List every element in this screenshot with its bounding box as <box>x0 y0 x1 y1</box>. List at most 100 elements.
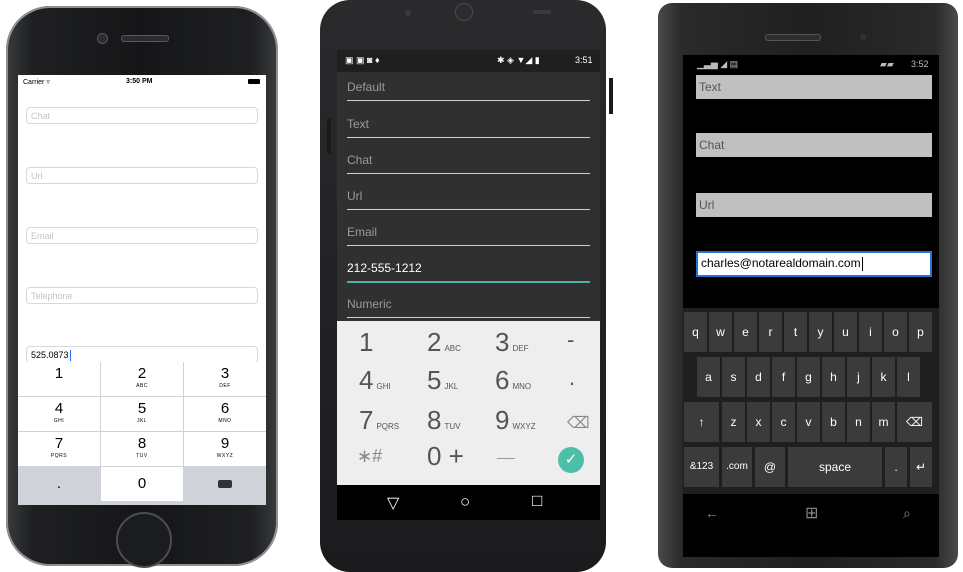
windows-start-icon[interactable]: ⊞ <box>805 503 818 523</box>
key-j[interactable]: j <box>847 357 870 397</box>
key-s[interactable]: s <box>722 357 745 397</box>
key-6[interactable]: 6 MNO <box>184 397 266 431</box>
dotcom-key[interactable]: .com <box>722 447 752 487</box>
key-u[interactable]: u <box>834 312 857 352</box>
key-r[interactable]: r <box>759 312 782 352</box>
delete-key[interactable] <box>184 467 266 501</box>
key-g[interactable]: g <box>797 357 820 397</box>
key-8[interactable]: 8 TUV <box>101 432 183 466</box>
navigation-bar: ← ⊞ ⌕ <box>683 495 939 535</box>
search-icon[interactable]: ⌕ <box>903 505 911 522</box>
key-z[interactable]: z <box>722 402 745 442</box>
email-field[interactable]: Email <box>26 227 258 244</box>
key-k[interactable]: k <box>872 357 895 397</box>
url-field[interactable]: Url <box>26 167 258 184</box>
navigation-bar: ▽ ○ □ <box>337 485 600 520</box>
key-space[interactable]: __ <box>497 443 515 461</box>
backspace-key[interactable]: ⌫ <box>897 402 932 442</box>
ios-screen: Carrier ▿ 3:50 PM Chat Url Email Telepho… <box>18 75 266 505</box>
key-c[interactable]: c <box>772 402 795 442</box>
key-period[interactable]: . <box>569 365 575 391</box>
text-caret <box>861 256 863 271</box>
key-0-plus[interactable]: 0 + <box>427 441 464 472</box>
key-star-hash[interactable]: ∗# <box>357 446 382 467</box>
text-caret <box>69 350 71 362</box>
key-5[interactable]: 5 JKL <box>101 397 183 431</box>
back-icon[interactable]: ▽ <box>387 493 399 513</box>
space-key[interactable]: space <box>788 447 882 487</box>
key-2[interactable]: 2 ABC <box>101 362 183 396</box>
key-w[interactable]: w <box>709 312 732 352</box>
key-t[interactable]: t <box>784 312 807 352</box>
key-9[interactable]: 9 WXYZ <box>495 405 536 436</box>
recent-apps-icon[interactable]: □ <box>532 491 542 511</box>
status-time: 3:51 <box>575 55 593 65</box>
at-key[interactable]: @ <box>755 447 785 487</box>
key-1[interactable]: 1 <box>359 327 373 358</box>
key-q[interactable]: q <box>684 312 707 352</box>
key-4[interactable]: 4 GHI <box>359 365 391 396</box>
key-b[interactable]: b <box>822 402 845 442</box>
home-icon[interactable]: ○ <box>460 492 470 512</box>
signal-icons: ✱ ◈ ▼◢ ▮ <box>497 55 540 65</box>
key-6[interactable]: 6 MNO <box>495 365 531 396</box>
telephone-field[interactable]: Telephone <box>26 287 258 304</box>
email-entry[interactable]: Email <box>347 215 590 246</box>
chat-field[interactable]: Chat <box>26 107 258 124</box>
key-o[interactable]: o <box>884 312 907 352</box>
status-bar: Carrier ▿ 3:50 PM <box>18 75 266 88</box>
key-decimal[interactable]: . <box>18 467 100 501</box>
shift-key[interactable]: ↑ <box>684 402 719 442</box>
back-icon[interactable]: ← <box>705 505 719 521</box>
key-2[interactable]: 2 ABC <box>427 327 461 358</box>
done-key[interactable]: ✓ <box>558 447 584 473</box>
key-8[interactable]: 8 TUV <box>427 405 460 436</box>
key-h[interactable]: h <box>822 357 845 397</box>
url-entry[interactable]: Url <box>347 179 590 210</box>
key-7[interactable]: 7 PQRS <box>359 405 399 436</box>
email-entry[interactable]: charles@notarealdomain.com <box>696 251 932 277</box>
key-minus[interactable]: - <box>567 327 574 353</box>
key-f[interactable]: f <box>772 357 795 397</box>
key-x[interactable]: x <box>747 402 770 442</box>
volume-button <box>327 118 331 154</box>
numbers-key[interactable]: &123 <box>684 447 719 487</box>
key-m[interactable]: m <box>872 402 895 442</box>
battery-icon: ▰▰ <box>880 59 894 69</box>
key-p[interactable]: p <box>909 312 932 352</box>
key-n[interactable]: n <box>847 402 870 442</box>
key-d[interactable]: d <box>747 357 770 397</box>
key-a[interactable]: a <box>697 357 720 397</box>
key-4[interactable]: 4 GHI <box>18 397 100 431</box>
key-l[interactable]: l <box>897 357 920 397</box>
default-entry[interactable]: Default <box>347 70 590 101</box>
period-key[interactable]: . <box>885 447 907 487</box>
key-y[interactable]: y <box>809 312 832 352</box>
numeric-field[interactable]: 525.0873 <box>26 346 258 363</box>
speaker-grille <box>121 35 169 42</box>
key-v[interactable]: v <box>797 402 820 442</box>
text-entry[interactable]: Text <box>696 75 932 99</box>
telephone-entry[interactable]: 212-555-1212 <box>347 251 590 283</box>
key-3[interactable]: 3 DEF <box>184 362 266 396</box>
enter-key[interactable]: ↵ <box>910 447 932 487</box>
key-i[interactable]: i <box>859 312 882 352</box>
chat-entry[interactable]: Chat <box>347 143 590 174</box>
url-entry[interactable]: Url <box>696 193 932 217</box>
key-1[interactable]: 1 <box>18 362 100 396</box>
numeric-entry[interactable]: Numeric <box>347 287 590 318</box>
home-button[interactable] <box>116 512 172 568</box>
chat-entry[interactable]: Chat <box>696 133 932 157</box>
key-3[interactable]: 3 DEF <box>495 327 528 358</box>
key-0[interactable]: 0 <box>101 467 183 501</box>
backspace-key[interactable]: ⌫ <box>567 413 590 433</box>
signal-icons: ▁▃▅ ◢ ▤ <box>697 59 739 69</box>
text-entry[interactable]: Text <box>347 107 590 138</box>
key-5[interactable]: 5 JKL <box>427 365 458 396</box>
windows-phone-keyboard: q w e r t y u i o p a s d f g h j k l ↑ … <box>683 308 939 494</box>
key-7[interactable]: 7 PQRS <box>18 432 100 466</box>
key-9[interactable]: 9 WXYZ <box>184 432 266 466</box>
key-e[interactable]: e <box>734 312 757 352</box>
numeric-field-value: 525.0873 <box>31 350 69 360</box>
delete-icon <box>218 480 232 488</box>
